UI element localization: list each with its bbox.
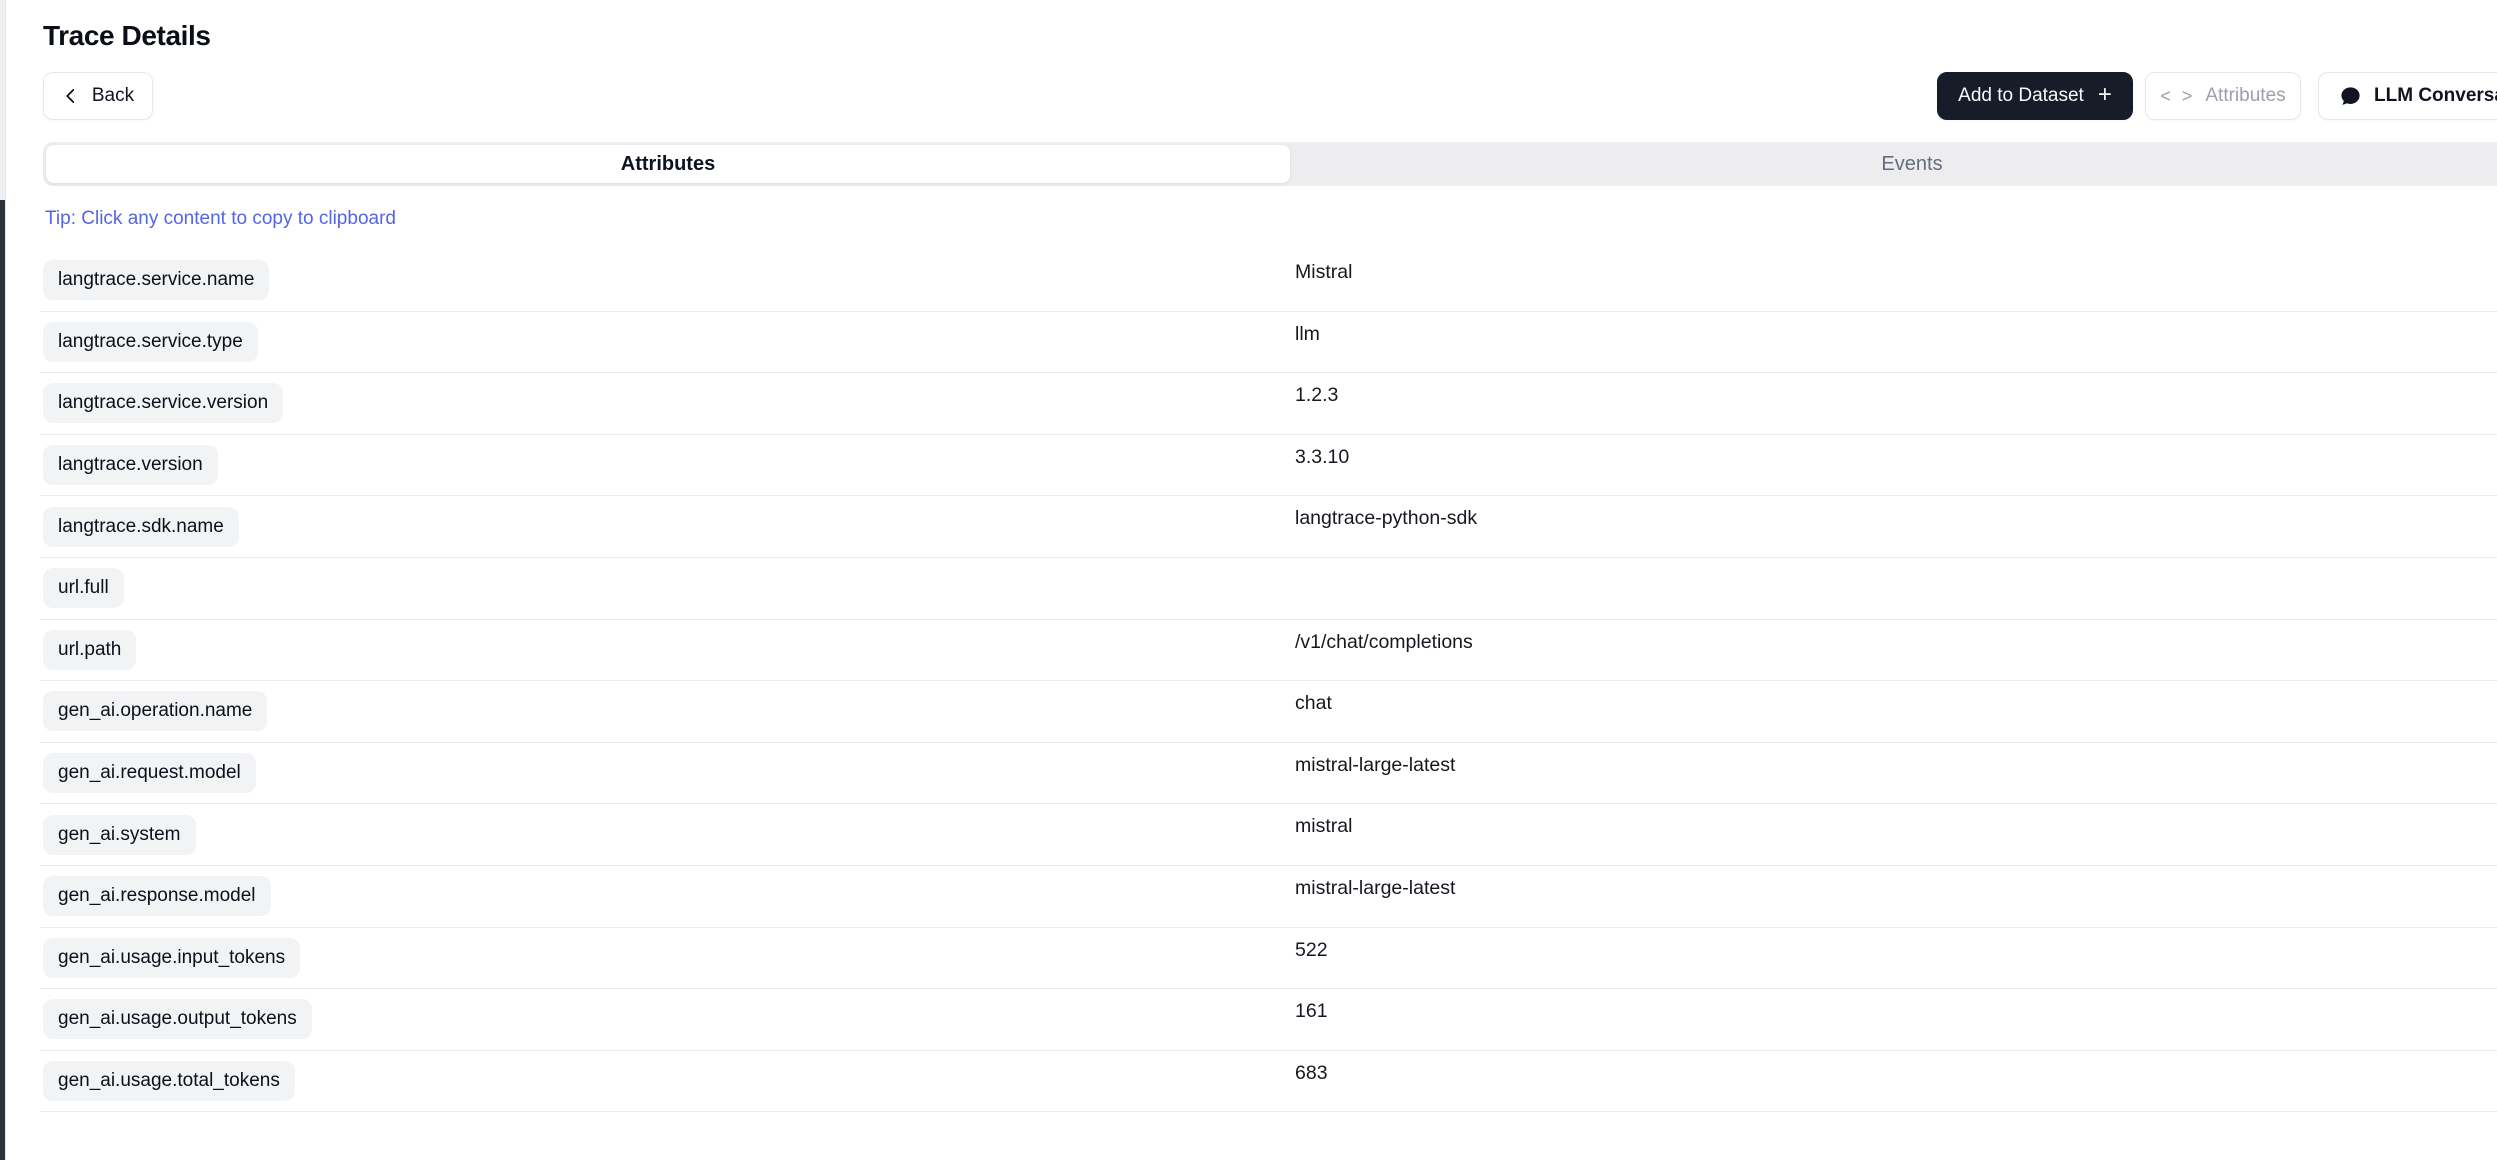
attribute-value[interactable]: 683: [1295, 1062, 1328, 1085]
attribute-row: langtrace.service.version 1.2.3: [40, 373, 2497, 435]
attributes-events-tabbar: Attributes Events: [43, 142, 2497, 186]
attribute-row: langtrace.service.name Mistral: [40, 250, 2497, 312]
attribute-value[interactable]: mistral: [1295, 815, 1352, 838]
attributes-button-label: Attributes: [2205, 85, 2285, 107]
attribute-key-pill[interactable]: gen_ai.usage.output_tokens: [43, 999, 312, 1039]
chevron-left-icon: [62, 87, 80, 105]
attribute-key-pill[interactable]: langtrace.service.version: [43, 383, 283, 423]
left-scrollbar: [0, 0, 6, 1160]
back-button-label: Back: [92, 85, 134, 107]
attribute-row: gen_ai.request.model mistral-large-lates…: [40, 743, 2497, 805]
attribute-row: gen_ai.usage.input_tokens 522: [40, 928, 2497, 990]
attribute-value[interactable]: mistral-large-latest: [1295, 754, 1455, 777]
attribute-key-pill[interactable]: url.path: [43, 630, 136, 670]
attribute-value[interactable]: langtrace-python-sdk: [1295, 507, 1477, 530]
attribute-value[interactable]: 161: [1295, 1000, 1328, 1023]
attribute-key-pill[interactable]: gen_ai.request.model: [43, 753, 256, 793]
tab-events-label: Events: [1881, 153, 1942, 176]
page-title: Trace Details: [43, 20, 211, 52]
code-brackets-icon: < >: [2160, 86, 2195, 107]
left-scrollbar-thumb[interactable]: [0, 200, 5, 1160]
tab-events[interactable]: Events: [1290, 145, 2497, 183]
attribute-value[interactable]: chat: [1295, 692, 1332, 715]
attribute-row: gen_ai.operation.name chat: [40, 681, 2497, 743]
attributes-button[interactable]: < > Attributes: [2145, 72, 2301, 120]
attribute-key-pill[interactable]: langtrace.service.type: [43, 322, 258, 362]
attribute-row: langtrace.sdk.name langtrace-python-sdk: [40, 496, 2497, 558]
attribute-key-pill[interactable]: url.full: [43, 568, 124, 608]
attribute-row: langtrace.service.type llm: [40, 312, 2497, 374]
add-to-dataset-button[interactable]: Add to Dataset +: [1937, 72, 2133, 120]
attribute-key-pill[interactable]: gen_ai.response.model: [43, 876, 271, 916]
attribute-value[interactable]: llm: [1295, 323, 1320, 346]
attribute-row: url.full: [40, 558, 2497, 620]
attribute-row: gen_ai.usage.output_tokens 161: [40, 989, 2497, 1051]
attribute-value[interactable]: mistral-large-latest: [1295, 877, 1455, 900]
tab-attributes[interactable]: Attributes: [46, 145, 1290, 183]
llm-conversation-button[interactable]: LLM Conversation: [2318, 72, 2497, 120]
attribute-key-pill[interactable]: gen_ai.operation.name: [43, 691, 267, 731]
attribute-row: langtrace.version 3.3.10: [40, 435, 2497, 497]
back-button[interactable]: Back: [43, 72, 153, 120]
attributes-list: langtrace.service.name Mistral langtrace…: [40, 250, 2497, 1112]
attribute-key-pill[interactable]: gen_ai.usage.total_tokens: [43, 1061, 295, 1101]
attribute-value[interactable]: Mistral: [1295, 261, 1352, 284]
attribute-key-pill[interactable]: langtrace.version: [43, 445, 218, 485]
attribute-row: gen_ai.system mistral: [40, 804, 2497, 866]
attribute-row: gen_ai.response.model mistral-large-late…: [40, 866, 2497, 928]
attribute-key-pill[interactable]: langtrace.service.name: [43, 260, 269, 300]
copy-tip-text: Tip: Click any content to copy to clipbo…: [45, 208, 396, 230]
add-to-dataset-label: Add to Dataset: [1958, 85, 2084, 107]
attribute-value[interactable]: 1.2.3: [1295, 384, 1338, 407]
attribute-key-pill[interactable]: langtrace.sdk.name: [43, 507, 239, 547]
attribute-value[interactable]: 522: [1295, 939, 1328, 962]
attribute-key-pill[interactable]: gen_ai.usage.input_tokens: [43, 938, 300, 978]
tab-attributes-label: Attributes: [621, 153, 715, 176]
attribute-value[interactable]: /v1/chat/completions: [1295, 631, 1473, 654]
attribute-key-pill[interactable]: gen_ai.system: [43, 815, 196, 855]
plus-icon: +: [2098, 83, 2112, 107]
attribute-row: url.path /v1/chat/completions: [40, 620, 2497, 682]
llm-conversation-label: LLM Conversation: [2374, 85, 2497, 107]
attribute-row: gen_ai.usage.total_tokens 683: [40, 1051, 2497, 1113]
attribute-value[interactable]: 3.3.10: [1295, 446, 1349, 469]
chat-bubble-icon: [2339, 85, 2362, 108]
